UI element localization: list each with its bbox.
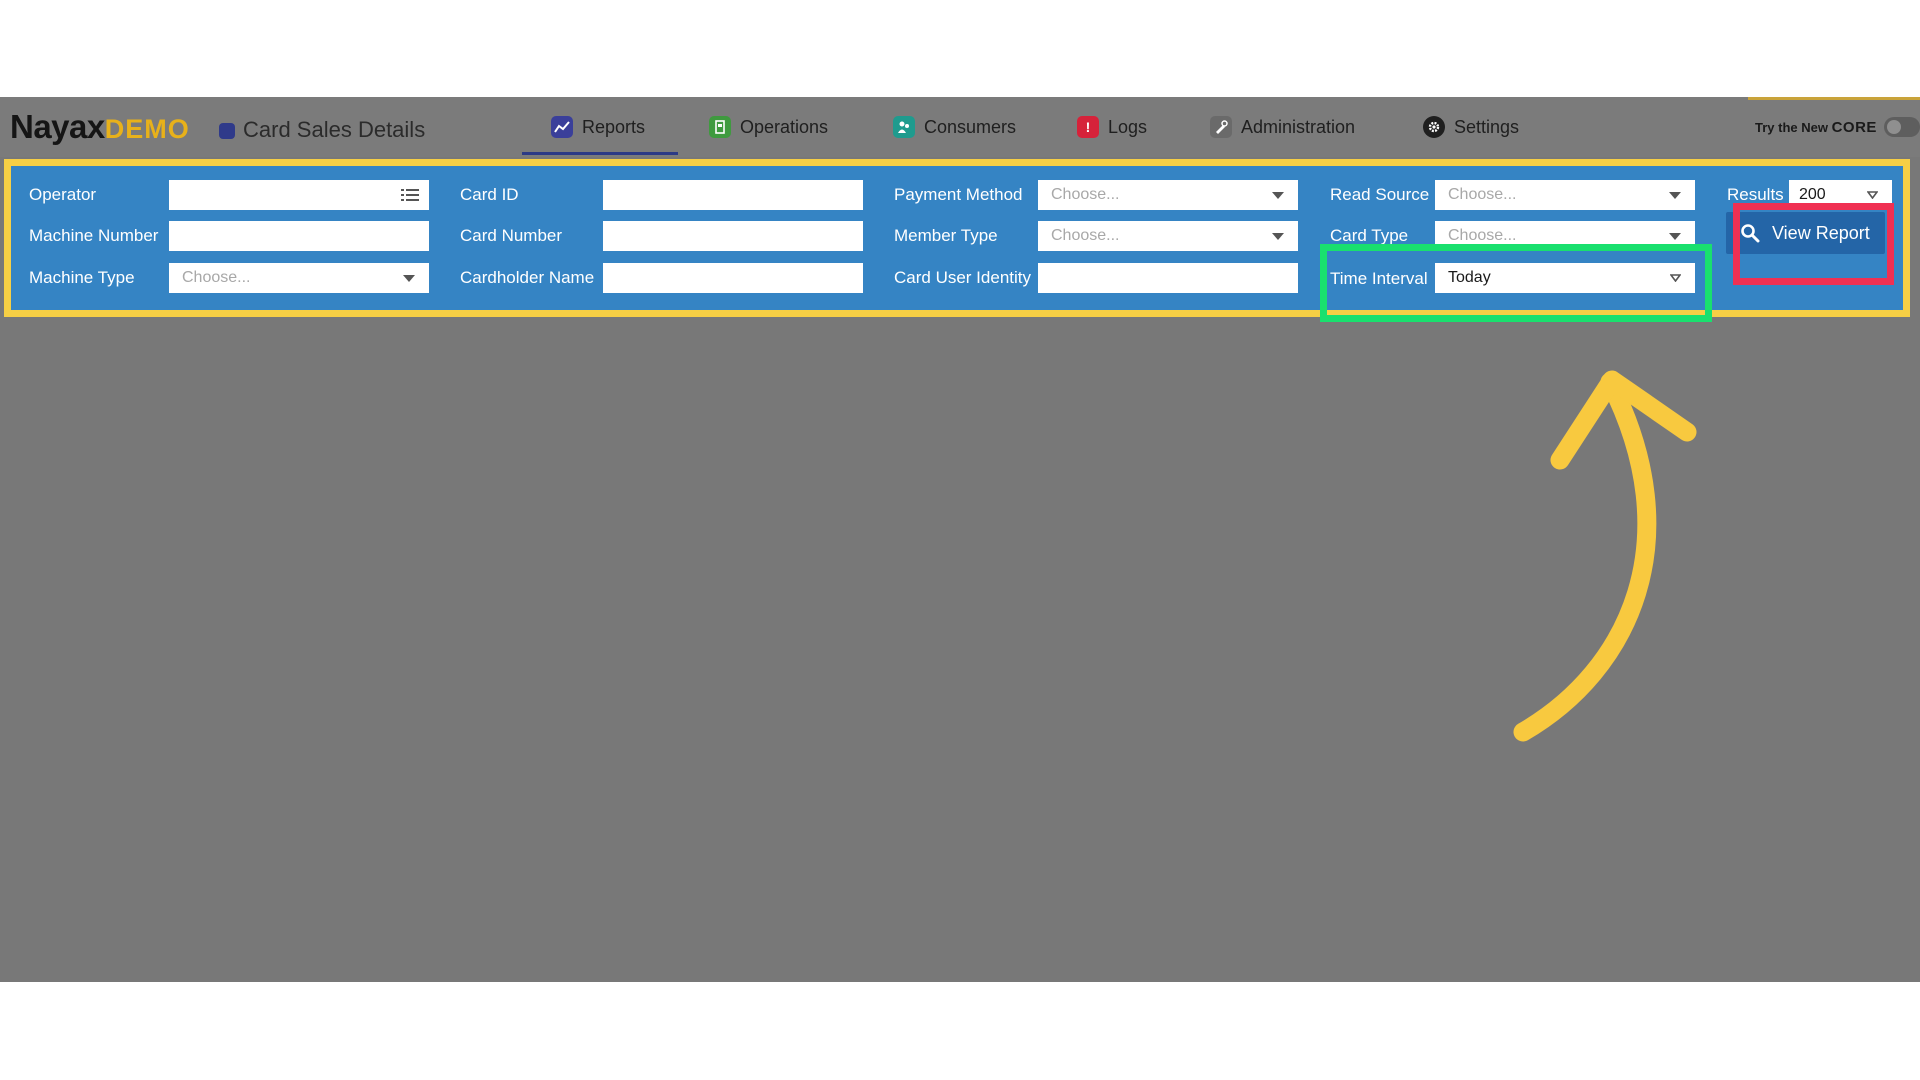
nav-reports[interactable]: Reports: [551, 113, 645, 141]
card-sales-icon: [219, 123, 235, 139]
nayax-logo[interactable]: NayaxDEMO: [10, 108, 190, 145]
card-id-input[interactable]: [603, 180, 863, 210]
card-user-identity-label: Card User Identity: [894, 268, 1031, 287]
card-id-label: Card ID: [460, 185, 519, 204]
core-prefix: Try the New: [1755, 120, 1828, 135]
active-tab-indicator: [522, 152, 678, 155]
nav-reports-label: Reports: [582, 116, 646, 137]
nav-operations[interactable]: Operations: [709, 113, 828, 141]
chevron-down-icon: [1867, 191, 1878, 199]
chevron-down-icon: [403, 275, 415, 282]
card-type-placeholder: Choose...: [1448, 227, 1517, 244]
nav-consumers-label: Consumers: [924, 116, 1017, 137]
annotation-arrow: [1513, 370, 1697, 742]
new-core-toggle[interactable]: [1884, 117, 1920, 137]
logo-main: Nayax: [10, 108, 105, 145]
member-type-label: Member Type: [894, 226, 998, 245]
results-label: Results: [1727, 185, 1784, 204]
core-accent-line: [1748, 97, 1920, 100]
results-value: 200: [1799, 186, 1826, 203]
reports-chart-icon: [551, 116, 573, 138]
nav-settings-label: Settings: [1454, 116, 1520, 137]
operator-label: Operator: [29, 185, 97, 204]
logo-sub: DEMO: [104, 114, 190, 144]
page-title-text: Card Sales Details: [243, 117, 426, 142]
nav-settings[interactable]: Settings: [1423, 113, 1519, 141]
machine-type-select[interactable]: Choose...: [169, 263, 429, 293]
payment-method-placeholder: Choose...: [1051, 186, 1120, 203]
consumers-icon: [893, 116, 915, 138]
machine-type-label: Machine Type: [29, 268, 135, 287]
nav-consumers[interactable]: Consumers: [893, 113, 1016, 141]
nav-administration[interactable]: Administration: [1210, 113, 1355, 141]
nav-logs-label: Logs: [1108, 116, 1148, 137]
time-interval-highlight: [1320, 244, 1712, 322]
try-new-core-label: Try the New CORE: [1755, 119, 1877, 136]
logs-alert-icon: !: [1077, 116, 1099, 138]
core-word: CORE: [1831, 119, 1877, 136]
nav-logs[interactable]: ! Logs: [1077, 113, 1147, 141]
card-number-label: Card Number: [460, 226, 563, 245]
cardholder-name-label: Cardholder Name: [460, 268, 595, 287]
machine-number-input[interactable]: [169, 221, 429, 251]
machine-type-placeholder: Choose...: [182, 269, 251, 286]
read-source-label: Read Source: [1330, 185, 1430, 204]
card-type-label: Card Type: [1330, 226, 1409, 245]
member-type-select[interactable]: Choose...: [1038, 221, 1298, 251]
payment-method-label: Payment Method: [894, 185, 1023, 204]
top-bar: NayaxDEMO Card Sales Details Reports Ope…: [0, 97, 1920, 157]
chevron-down-icon: [1669, 233, 1681, 240]
chevron-down-icon: [1272, 233, 1284, 240]
operator-field[interactable]: [169, 180, 429, 210]
cardholder-name-input[interactable]: [603, 263, 863, 293]
page-title: Card Sales Details: [219, 117, 425, 143]
administration-icon: [1210, 116, 1232, 138]
member-type-placeholder: Choose...: [1051, 227, 1120, 244]
nav-administration-label: Administration: [1241, 116, 1356, 137]
view-report-highlight: [1733, 203, 1894, 285]
card-user-identity-input[interactable]: [1038, 263, 1298, 293]
card-number-input[interactable]: [603, 221, 863, 251]
chevron-down-icon: [1669, 192, 1681, 199]
nav-operations-label: Operations: [740, 116, 829, 137]
read-source-select[interactable]: Choose...: [1435, 180, 1695, 210]
chevron-down-icon: [1272, 192, 1284, 199]
machine-number-label: Machine Number: [29, 226, 159, 245]
gear-icon: [1423, 116, 1445, 138]
read-source-placeholder: Choose...: [1448, 186, 1517, 203]
payment-method-select[interactable]: Choose...: [1038, 180, 1298, 210]
operations-icon: [709, 116, 731, 138]
list-icon[interactable]: [401, 187, 419, 203]
